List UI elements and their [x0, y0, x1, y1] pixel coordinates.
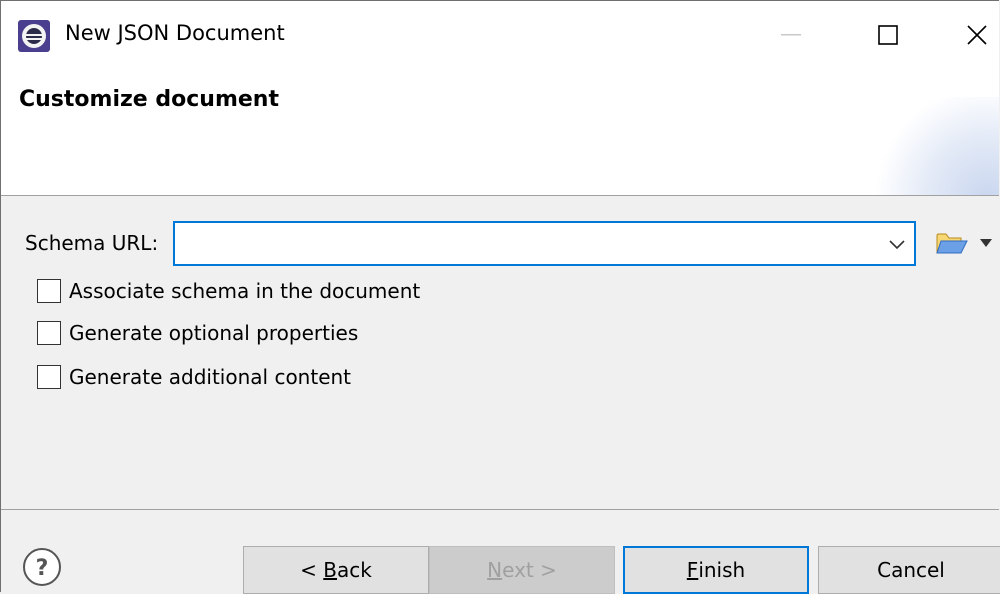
cancel-label: Cancel — [877, 558, 945, 582]
next-mnemonic: N — [487, 558, 503, 582]
wizard-banner: Customize document — [1, 67, 999, 196]
maximize-icon — [878, 25, 898, 45]
next-label-rest: ext > — [502, 558, 557, 582]
folder-open-icon[interactable] — [935, 229, 969, 257]
finish-label-rest: inish — [698, 558, 746, 582]
back-button[interactable]: < Back — [243, 546, 429, 594]
generate-optional-properties-option[interactable]: Generate optional properties — [37, 321, 358, 345]
page-heading: Customize document — [19, 87, 279, 112]
finish-mnemonic: F — [686, 558, 699, 582]
minimize-button[interactable] — [759, 9, 823, 61]
help-icon[interactable]: ? — [21, 546, 63, 588]
associate-schema-option[interactable]: Associate schema in the document — [37, 279, 420, 303]
dialog-window: New JSON Document Customize document Sch… — [0, 0, 1000, 594]
dropdown-arrow-icon[interactable] — [979, 238, 993, 248]
maximize-button[interactable] — [856, 9, 920, 61]
checkbox-label: Generate optional properties — [69, 321, 359, 345]
checkbox-label: Associate schema in the document — [69, 279, 421, 303]
window-title: New JSON Document — [65, 21, 285, 45]
close-button[interactable] — [945, 9, 1000, 61]
checkbox-label: Generate additional content — [69, 365, 352, 389]
next-button[interactable]: Next > — [429, 546, 615, 594]
eclipse-app-icon — [18, 20, 50, 52]
banner-decoration — [869, 97, 999, 195]
generate-additional-content-option[interactable]: Generate additional content — [37, 365, 351, 389]
chevron-down-icon[interactable] — [886, 233, 908, 255]
checkbox[interactable] — [37, 279, 61, 303]
cancel-button[interactable]: Cancel — [818, 546, 1000, 594]
back-label-rest: ack — [337, 558, 372, 582]
title-bar[interactable]: New JSON Document — [1, 1, 999, 67]
back-prefix: < — [300, 558, 324, 582]
svg-text:?: ? — [36, 556, 49, 581]
schema-url-label: Schema URL: — [25, 231, 159, 255]
back-mnemonic: B — [323, 558, 337, 582]
finish-button[interactable]: Finish — [623, 546, 809, 594]
close-icon — [967, 25, 987, 45]
checkbox[interactable] — [37, 365, 61, 389]
schema-url-input[interactable] — [179, 227, 863, 262]
checkbox[interactable] — [37, 321, 61, 345]
minimize-icon — [781, 34, 801, 36]
schema-url-combobox[interactable] — [173, 221, 916, 266]
footer-separator — [1, 509, 999, 510]
